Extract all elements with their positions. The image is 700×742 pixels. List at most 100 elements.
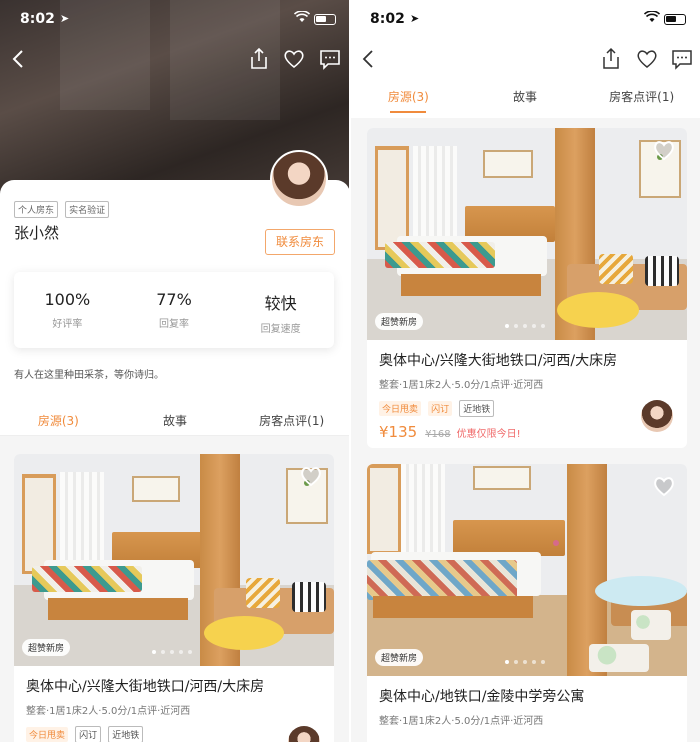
screen-divider [349, 0, 351, 742]
host-stats: 100% 好评率 77% 回复率 较快 回复速度 [14, 272, 334, 348]
photo-pillow [599, 254, 633, 284]
stat-label: 回复率 [159, 319, 189, 330]
carousel-dot [161, 650, 165, 654]
stat-label: 好评率 [52, 319, 83, 330]
listing-card[interactable]: 超赞新房 奥体中心/兴隆大街地铁口/河西/大床房 整套·1居1床2人·5.0分/… [14, 454, 334, 742]
carousel-dots [505, 324, 545, 328]
carousel-dot [514, 660, 518, 664]
photo-blanket [385, 242, 495, 268]
listing-photo[interactable]: 超赞新房 [14, 454, 334, 666]
host-bio: 有人在这里种田采茶，等你诗归。 [14, 370, 164, 381]
price-row: ¥135 ¥168 优惠仅限今日! [367, 417, 687, 441]
photo-pillow [645, 256, 679, 286]
tab-reviews[interactable]: 房客点评(1) [583, 88, 700, 105]
favorite-heart-icon[interactable] [651, 138, 677, 162]
photo-blanket [32, 566, 142, 592]
photo-pillow [292, 582, 326, 612]
heart-icon[interactable] [281, 46, 307, 72]
listing-tag: 闪订 [75, 726, 102, 742]
listing-tag: 闪订 [428, 401, 453, 416]
listing-photo[interactable]: 超赞新房 [367, 128, 687, 340]
photo-blanket [367, 560, 517, 600]
favorite-heart-icon[interactable] [651, 474, 677, 498]
photo-frame [483, 150, 533, 178]
host-tag: 个人房东 [14, 201, 59, 218]
host-tag: 实名验证 [65, 201, 110, 218]
favorite-heart-icon[interactable] [298, 464, 324, 488]
wifi-icon [644, 11, 660, 22]
listing-title[interactable]: 奥体中心/兴隆大街地铁口/河西/大床房 [367, 340, 687, 370]
back-icon[interactable] [356, 46, 382, 72]
stat-reply-rate: 77% 回复率 [121, 272, 228, 348]
listing-tag: 近地铁 [108, 726, 144, 742]
heart-icon[interactable] [634, 46, 660, 72]
carousel-dot [523, 660, 527, 664]
photo-table [595, 576, 687, 606]
stat-value: 77% [156, 290, 192, 309]
listing-card[interactable]: 超赞新房 奥体中心/地铁口/金陵中学旁公寓 整套·1居1床2人·5.0分/1点评… [367, 464, 687, 742]
photo-bedbase [401, 274, 541, 296]
back-icon[interactable] [6, 46, 32, 72]
status-time: 8:02 [20, 11, 55, 27]
tab-bar: 房源(3) 故事 房客点评(1) [0, 412, 350, 437]
stat-value: 较快 [264, 294, 297, 313]
photo-bedbase [48, 598, 188, 620]
tab-bar: 房源(3) 故事 房客点评(1) [350, 88, 700, 113]
photo-shelf [22, 474, 56, 574]
stat-value: 100% [44, 290, 91, 309]
carousel-dots [505, 660, 545, 664]
location-arrow-icon: ➤ [60, 12, 70, 25]
photo-pillow [246, 578, 280, 608]
photo-shelf [367, 464, 401, 554]
listing-card[interactable]: 超赞新房 奥体中心/兴隆大街地铁口/河西/大床房 整套·1居1床2人·5.0分/… [367, 128, 687, 448]
host-avatar-small[interactable] [641, 400, 673, 432]
listing-meta: 整套·1居1床2人·5.0分/1点评·近河西 [379, 380, 544, 391]
photo-headboard [453, 520, 565, 556]
carousel-dot [541, 324, 545, 328]
listing-tags: 今日甩卖 闪订 近地铁 [367, 391, 687, 417]
stat-rating: 100% 好评率 [14, 272, 121, 348]
stat-reply-speed: 较快 回复速度 [227, 272, 334, 348]
listing-title[interactable]: 奥体中心/兴隆大街地铁口/河西/大床房 [14, 666, 334, 696]
listing-badge: 超赞新房 [375, 649, 424, 666]
carousel-dot [532, 324, 536, 328]
listing-meta: 整套·1居1床2人·5.0分/1点评·近河西 [379, 716, 544, 727]
share-icon[interactable] [246, 46, 272, 72]
carousel-dot [152, 650, 156, 654]
listing-meta: 整套·1居1床2人·5.0分/1点评·近河西 [26, 706, 191, 717]
carousel-dots [152, 650, 192, 654]
listing-old-price: ¥168 [425, 429, 451, 440]
photo-pillow [589, 644, 649, 672]
listing-tags: 今日甩卖 闪订 近地铁 [14, 717, 334, 742]
battery-icon [664, 14, 686, 25]
share-icon[interactable] [598, 46, 624, 72]
host-avatar[interactable] [270, 150, 328, 208]
tab-listings[interactable]: 房源(3) [350, 88, 467, 113]
message-icon[interactable] [317, 46, 343, 72]
listing-tag: 今日甩卖 [379, 401, 422, 416]
carousel-dot [532, 660, 536, 664]
contact-host-button[interactable]: 联系房东 [265, 229, 335, 255]
photo-plant [553, 540, 559, 546]
host-profile-screen: 8:02 ➤ 个人房东 实名验证 张小然 联系房东 100% 好评率 77% 回… [0, 0, 350, 742]
battery-icon [314, 14, 336, 25]
listing-photo[interactable]: 超赞新房 [367, 464, 687, 676]
carousel-dot [188, 650, 192, 654]
tab-listings[interactable]: 房源(3) [0, 412, 117, 437]
tab-reviews[interactable]: 房客点评(1) [233, 412, 350, 429]
status-bar: 8:02 ➤ [0, 0, 350, 38]
listing-badge: 超赞新房 [22, 639, 71, 656]
listing-promo: 优惠仅限今日! [456, 429, 521, 440]
photo-frame [473, 466, 531, 490]
tab-story[interactable]: 故事 [467, 88, 584, 105]
photo-table [204, 616, 284, 650]
carousel-dot [505, 660, 509, 664]
status-time: 8:02 [370, 11, 405, 27]
message-icon[interactable] [669, 46, 695, 72]
carousel-dot [523, 324, 527, 328]
tab-story[interactable]: 故事 [117, 412, 234, 429]
location-arrow-icon: ➤ [410, 12, 420, 25]
listing-title[interactable]: 奥体中心/地铁口/金陵中学旁公寓 [367, 676, 687, 706]
listing-tag: 今日甩卖 [26, 727, 69, 742]
status-bar: 8:02 ➤ [350, 0, 700, 38]
